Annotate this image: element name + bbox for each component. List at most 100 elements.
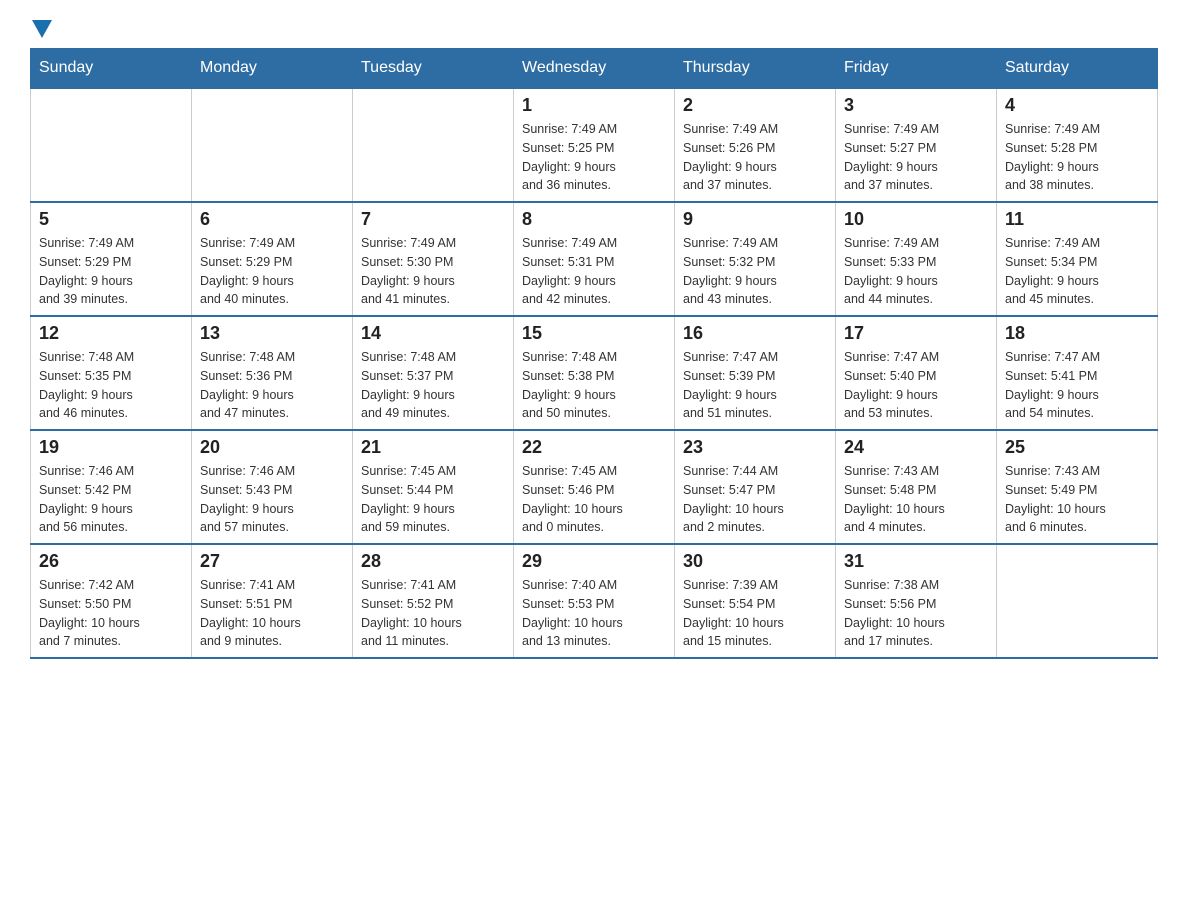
day-info: Sunrise: 7:49 AMSunset: 5:34 PMDaylight:… (1005, 234, 1149, 309)
day-number: 19 (39, 437, 183, 458)
calendar-week-row: 5 Sunrise: 7:49 AMSunset: 5:29 PMDaylight… (31, 202, 1158, 316)
calendar-header-row: SundayMondayTuesdayWednesdayThursdayFrid… (31, 49, 1158, 89)
day-number: 14 (361, 323, 505, 344)
day-info: Sunrise: 7:49 AMSunset: 5:30 PMDaylight:… (361, 234, 505, 309)
day-info: Sunrise: 7:39 AMSunset: 5:54 PMDaylight:… (683, 576, 827, 651)
day-of-week-header: Thursday (675, 49, 836, 89)
calendar-cell: 10 Sunrise: 7:49 AMSunset: 5:33 PMDayligh… (836, 202, 997, 316)
calendar-cell: 3 Sunrise: 7:49 AMSunset: 5:27 PMDaylight… (836, 88, 997, 202)
calendar-cell: 27Sunrise: 7:41 AMSunset: 5:51 PMDayligh… (192, 544, 353, 658)
day-number: 26 (39, 551, 183, 572)
calendar-week-row: 1Sunrise: 7:49 AMSunset: 5:25 PMDaylight… (31, 88, 1158, 202)
calendar-table: SundayMondayTuesdayWednesdayThursdayFrid… (30, 48, 1158, 659)
day-info: Sunrise: 7:49 AMSunset: 5:33 PMDaylight:… (844, 234, 988, 309)
day-number: 15 (522, 323, 666, 344)
day-number: 9 (683, 209, 827, 230)
day-info: Sunrise: 7:46 AMSunset: 5:43 PMDaylight:… (200, 462, 344, 537)
day-info: Sunrise: 7:47 AMSunset: 5:39 PMDaylight:… (683, 348, 827, 423)
day-number: 6 (200, 209, 344, 230)
day-info: Sunrise: 7:41 AMSunset: 5:52 PMDaylight:… (361, 576, 505, 651)
calendar-cell: 23Sunrise: 7:44 AMSunset: 5:47 PMDayligh… (675, 430, 836, 544)
day-number: 17 (844, 323, 988, 344)
calendar-cell: 6 Sunrise: 7:49 AMSunset: 5:29 PMDaylight… (192, 202, 353, 316)
calendar-cell: 7 Sunrise: 7:49 AMSunset: 5:30 PMDaylight… (353, 202, 514, 316)
calendar-cell: 16 Sunrise: 7:47 AMSunset: 5:39 PMDayligh… (675, 316, 836, 430)
calendar-cell: 22Sunrise: 7:45 AMSunset: 5:46 PMDayligh… (514, 430, 675, 544)
day-number: 12 (39, 323, 183, 344)
day-info: Sunrise: 7:45 AMSunset: 5:44 PMDaylight:… (361, 462, 505, 537)
day-info: Sunrise: 7:38 AMSunset: 5:56 PMDaylight:… (844, 576, 988, 651)
day-info: Sunrise: 7:47 AMSunset: 5:41 PMDaylight:… (1005, 348, 1149, 423)
calendar-cell: 9 Sunrise: 7:49 AMSunset: 5:32 PMDaylight… (675, 202, 836, 316)
calendar-cell: 4 Sunrise: 7:49 AMSunset: 5:28 PMDaylight… (997, 88, 1158, 202)
calendar-cell: 24 Sunrise: 7:43 AMSunset: 5:48 PMDayligh… (836, 430, 997, 544)
logo (30, 20, 52, 38)
day-number: 4 (1005, 95, 1149, 116)
day-number: 21 (361, 437, 505, 458)
day-number: 3 (844, 95, 988, 116)
calendar-cell (997, 544, 1158, 658)
day-of-week-header: Monday (192, 49, 353, 89)
day-info: Sunrise: 7:48 AMSunset: 5:35 PMDaylight:… (39, 348, 183, 423)
day-number: 24 (844, 437, 988, 458)
calendar-cell: 29 Sunrise: 7:40 AMSunset: 5:53 PMDayligh… (514, 544, 675, 658)
day-number: 20 (200, 437, 344, 458)
day-number: 7 (361, 209, 505, 230)
day-info: Sunrise: 7:49 AMSunset: 5:29 PMDaylight:… (200, 234, 344, 309)
day-info: Sunrise: 7:49 AMSunset: 5:26 PMDaylight:… (683, 120, 827, 195)
day-number: 29 (522, 551, 666, 572)
page-header (30, 20, 1158, 38)
calendar-cell: 1Sunrise: 7:49 AMSunset: 5:25 PMDaylight… (514, 88, 675, 202)
day-number: 16 (683, 323, 827, 344)
day-info: Sunrise: 7:43 AMSunset: 5:48 PMDaylight:… (844, 462, 988, 537)
calendar-cell: 5Sunrise: 7:49 AMSunset: 5:29 PMDaylight… (31, 202, 192, 316)
day-number: 30 (683, 551, 827, 572)
day-of-week-header: Tuesday (353, 49, 514, 89)
day-info: Sunrise: 7:48 AMSunset: 5:38 PMDaylight:… (522, 348, 666, 423)
calendar-week-row: 26Sunrise: 7:42 AMSunset: 5:50 PMDayligh… (31, 544, 1158, 658)
calendar-cell: 14 Sunrise: 7:48 AMSunset: 5:37 PMDayligh… (353, 316, 514, 430)
day-number: 8 (522, 209, 666, 230)
day-info: Sunrise: 7:48 AMSunset: 5:36 PMDaylight:… (200, 348, 344, 423)
calendar-cell: 18Sunrise: 7:47 AMSunset: 5:41 PMDayligh… (997, 316, 1158, 430)
day-number: 27 (200, 551, 344, 572)
calendar-cell (31, 88, 192, 202)
day-of-week-header: Sunday (31, 49, 192, 89)
calendar-cell: 28 Sunrise: 7:41 AMSunset: 5:52 PMDayligh… (353, 544, 514, 658)
day-number: 2 (683, 95, 827, 116)
calendar-cell (192, 88, 353, 202)
day-of-week-header: Friday (836, 49, 997, 89)
logo-triangle-icon (32, 20, 52, 38)
day-number: 22 (522, 437, 666, 458)
day-info: Sunrise: 7:49 AMSunset: 5:27 PMDaylight:… (844, 120, 988, 195)
day-of-week-header: Saturday (997, 49, 1158, 89)
day-number: 11 (1005, 209, 1149, 230)
day-info: Sunrise: 7:49 AMSunset: 5:28 PMDaylight:… (1005, 120, 1149, 195)
day-number: 5 (39, 209, 183, 230)
day-number: 31 (844, 551, 988, 572)
calendar-cell: 20 Sunrise: 7:46 AMSunset: 5:43 PMDayligh… (192, 430, 353, 544)
day-info: Sunrise: 7:49 AMSunset: 5:32 PMDaylight:… (683, 234, 827, 309)
day-info: Sunrise: 7:48 AMSunset: 5:37 PMDaylight:… (361, 348, 505, 423)
day-number: 1 (522, 95, 666, 116)
calendar-cell: 12 Sunrise: 7:48 AMSunset: 5:35 PMDayligh… (31, 316, 192, 430)
calendar-week-row: 12 Sunrise: 7:48 AMSunset: 5:35 PMDayligh… (31, 316, 1158, 430)
calendar-cell: 30 Sunrise: 7:39 AMSunset: 5:54 PMDayligh… (675, 544, 836, 658)
calendar-cell: 2 Sunrise: 7:49 AMSunset: 5:26 PMDaylight… (675, 88, 836, 202)
day-number: 28 (361, 551, 505, 572)
calendar-week-row: 19Sunrise: 7:46 AMSunset: 5:42 PMDayligh… (31, 430, 1158, 544)
day-number: 10 (844, 209, 988, 230)
day-number: 25 (1005, 437, 1149, 458)
calendar-cell: 11 Sunrise: 7:49 AMSunset: 5:34 PMDayligh… (997, 202, 1158, 316)
day-number: 23 (683, 437, 827, 458)
calendar-cell: 21 Sunrise: 7:45 AMSunset: 5:44 PMDayligh… (353, 430, 514, 544)
calendar-cell (353, 88, 514, 202)
day-info: Sunrise: 7:43 AMSunset: 5:49 PMDaylight:… (1005, 462, 1149, 537)
day-info: Sunrise: 7:40 AMSunset: 5:53 PMDaylight:… (522, 576, 666, 651)
calendar-cell: 19Sunrise: 7:46 AMSunset: 5:42 PMDayligh… (31, 430, 192, 544)
calendar-cell: 25 Sunrise: 7:43 AMSunset: 5:49 PMDayligh… (997, 430, 1158, 544)
calendar-cell: 8 Sunrise: 7:49 AMSunset: 5:31 PMDaylight… (514, 202, 675, 316)
day-info: Sunrise: 7:47 AMSunset: 5:40 PMDaylight:… (844, 348, 988, 423)
logo-text (30, 20, 52, 38)
day-info: Sunrise: 7:49 AMSunset: 5:31 PMDaylight:… (522, 234, 666, 309)
